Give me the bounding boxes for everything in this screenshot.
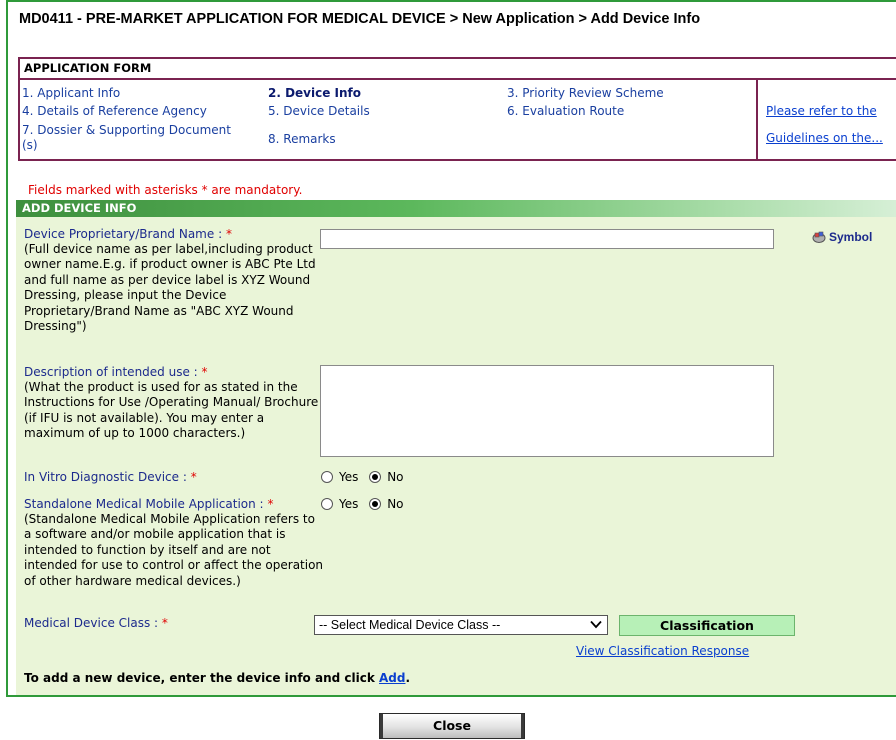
required-asterisk: * bbox=[267, 497, 274, 511]
required-asterisk: * bbox=[190, 470, 197, 484]
view-classification-link[interactable]: View Classification Response bbox=[576, 644, 749, 658]
step-dossier[interactable]: 7. Dossier & Supporting Document bbox=[22, 123, 231, 137]
ivd-yes-radio[interactable] bbox=[321, 471, 333, 483]
symbol-icon bbox=[812, 231, 826, 243]
application-form-header: APPLICATION FORM bbox=[20, 59, 896, 80]
application-form-box: APPLICATION FORM 1. Applicant Info 2. De… bbox=[18, 57, 896, 161]
intended-use-note: (What the product is used for as stated … bbox=[24, 380, 319, 441]
mandatory-note: Fields marked with asterisks * are manda… bbox=[28, 183, 303, 197]
required-asterisk: * bbox=[201, 365, 208, 379]
step-dossier-cont[interactable]: (s) bbox=[22, 138, 38, 152]
mobile-app-yes-radio[interactable] bbox=[321, 498, 333, 510]
intended-use-label: Description of intended use : * bbox=[24, 365, 208, 379]
chevron-down-icon bbox=[590, 620, 602, 629]
guidelines-link-1[interactable]: Please refer to the bbox=[766, 104, 877, 118]
step-evaluation-route[interactable]: 6. Evaluation Route bbox=[507, 104, 624, 118]
section-title: ADD DEVICE INFO bbox=[16, 200, 896, 217]
step-device-info[interactable]: 2. Device Info bbox=[268, 86, 361, 100]
ivd-label: In Vitro Diagnostic Device : * bbox=[24, 470, 197, 484]
ivd-no-radio[interactable] bbox=[369, 471, 382, 483]
mobile-app-no-radio[interactable] bbox=[369, 498, 382, 510]
device-class-label: Medical Device Class : * bbox=[24, 616, 168, 630]
required-asterisk: * bbox=[161, 616, 168, 630]
step-remarks[interactable]: 8. Remarks bbox=[268, 132, 336, 146]
step-applicant-info[interactable]: 1. Applicant Info bbox=[22, 86, 120, 100]
ivd-radio-group: Yes No bbox=[321, 470, 411, 484]
symbol-button[interactable]: Symbol bbox=[812, 230, 872, 244]
step-device-details[interactable]: 5. Device Details bbox=[268, 104, 370, 118]
close-button[interactable]: Close bbox=[379, 713, 525, 739]
mobile-app-label: Standalone Medical Mobile Application : … bbox=[24, 497, 274, 511]
brand-name-input[interactable] bbox=[320, 229, 774, 249]
device-class-select[interactable]: -- Select Medical Device Class -- bbox=[314, 615, 608, 635]
classification-button[interactable]: Classification bbox=[619, 615, 795, 636]
intended-use-textarea[interactable] bbox=[320, 365, 774, 457]
required-asterisk: * bbox=[225, 227, 232, 241]
mobile-app-note: (Standalone Medical Mobile Application r… bbox=[24, 512, 324, 588]
device-info-form: Device Proprietary/Brand Name : * (Full … bbox=[16, 217, 896, 695]
step-priority-review-scheme[interactable]: 3. Priority Review Scheme bbox=[507, 86, 664, 100]
add-link[interactable]: Add bbox=[379, 671, 405, 685]
mobile-app-radio-group: Yes No bbox=[321, 497, 411, 511]
page-title: MD0411 - PRE-MARKET APPLICATION FOR MEDI… bbox=[19, 11, 701, 27]
add-instruction: To add a new device, enter the device in… bbox=[24, 671, 411, 685]
guidelines-divider bbox=[756, 80, 758, 159]
step-reference-agency[interactable]: 4. Details of Reference Agency bbox=[22, 104, 207, 118]
guidelines-link-2[interactable]: Guidelines on the... bbox=[766, 131, 883, 145]
brand-name-label: Device Proprietary/Brand Name : * bbox=[24, 227, 232, 241]
brand-name-note: (Full device name as per label,including… bbox=[24, 242, 316, 334]
